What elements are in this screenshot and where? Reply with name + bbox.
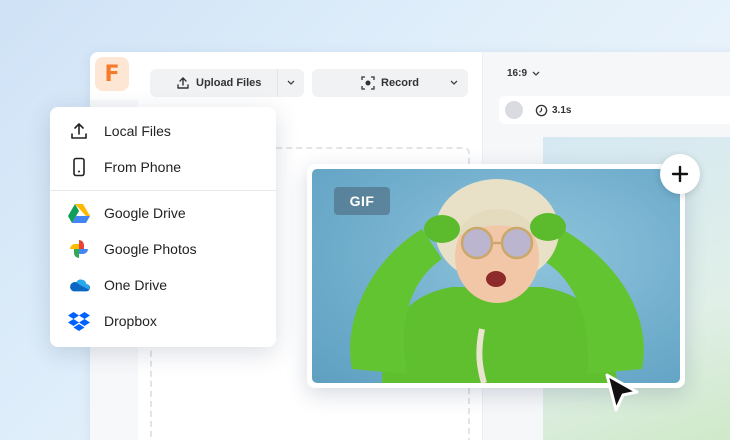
menu-item-label: From Phone xyxy=(104,159,182,175)
upload-source-menu: Local Files From Phone Google Drive Goog… xyxy=(50,107,276,347)
record-button[interactable]: Record xyxy=(312,69,468,97)
menu-item-google-photos[interactable]: Google Photos xyxy=(50,231,276,267)
clock-icon xyxy=(535,104,548,116)
menu-item-from-phone[interactable]: From Phone xyxy=(50,149,276,185)
upload-files-button[interactable]: Upload Files xyxy=(150,69,304,97)
google-drive-icon xyxy=(68,202,90,224)
duration-value: 3.1s xyxy=(552,104,572,116)
record-label: Record xyxy=(381,77,419,89)
add-media-button[interactable] xyxy=(660,154,700,194)
upload-files-label: Upload Files xyxy=(196,77,262,89)
timeline-bar: 3.1s xyxy=(499,96,730,124)
upload-files-main[interactable]: Upload Files xyxy=(150,69,278,97)
menu-item-google-drive[interactable]: Google Drive xyxy=(50,195,276,231)
menu-item-label: Dropbox xyxy=(104,313,157,329)
upload-icon xyxy=(68,120,90,142)
menu-item-dropbox[interactable]: Dropbox xyxy=(50,303,276,339)
phone-icon xyxy=(68,156,90,178)
aspect-ratio-select[interactable]: 16:9 xyxy=(507,68,540,79)
menu-item-local-files[interactable]: Local Files xyxy=(50,113,276,149)
gif-media-card[interactable]: GIF xyxy=(307,164,685,388)
google-photos-icon xyxy=(68,238,90,260)
gif-badge: GIF xyxy=(334,187,390,215)
logo-letter: F xyxy=(104,61,120,87)
dropbox-icon xyxy=(68,310,90,332)
play-toggle[interactable] xyxy=(505,101,523,119)
chevron-down-icon[interactable] xyxy=(278,80,304,86)
plus-icon xyxy=(671,165,689,183)
chevron-down-icon xyxy=(532,71,540,76)
menu-divider xyxy=(50,190,276,191)
record-icon xyxy=(361,76,375,90)
onedrive-icon xyxy=(68,274,90,296)
app-logo[interactable]: F xyxy=(95,57,129,91)
menu-item-label: Google Photos xyxy=(104,241,197,257)
menu-item-label: One Drive xyxy=(104,277,168,293)
menu-item-label: Google Drive xyxy=(104,205,186,221)
menu-item-one-drive[interactable]: One Drive xyxy=(50,267,276,303)
mouse-cursor-icon xyxy=(605,373,639,412)
chevron-down-icon[interactable] xyxy=(450,78,458,89)
menu-item-label: Local Files xyxy=(104,123,171,139)
aspect-ratio-label: 16:9 xyxy=(507,68,528,79)
upload-icon xyxy=(177,77,189,89)
duration-display: 3.1s xyxy=(535,104,571,117)
gif-preview-image: GIF xyxy=(312,169,680,383)
